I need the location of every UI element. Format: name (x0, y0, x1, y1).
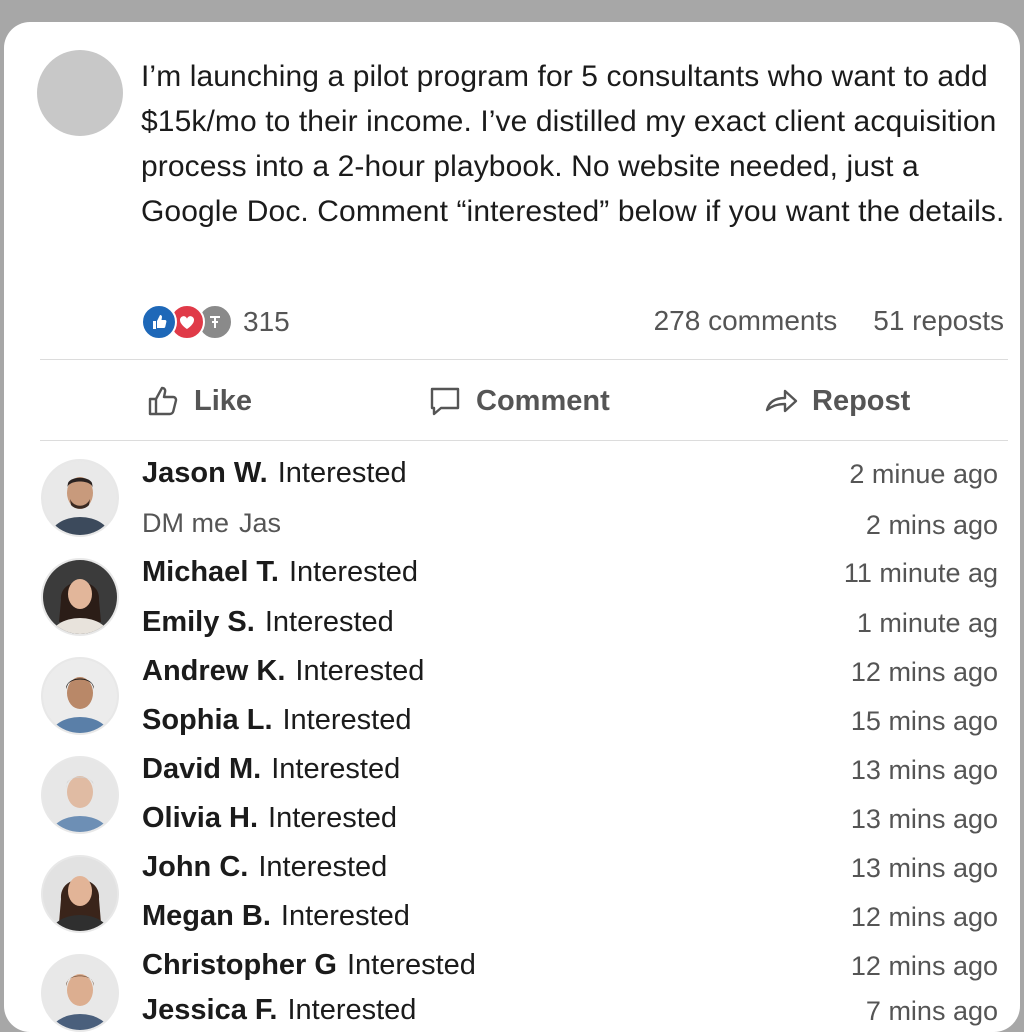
comment-row: DM me Jas 2 mins ago (4, 504, 1020, 550)
commenter-name[interactable]: Sophia L. Interested (142, 704, 411, 737)
comment-time: 7 mins ago (865, 996, 998, 1026)
author-avatar[interactable] (37, 50, 123, 136)
comment-row: Christopher G Interested 12 mins ago (4, 945, 1020, 991)
comment-text: Interested (268, 802, 398, 834)
comment-row: Olivia H. Interested 13 mins ago (4, 798, 1020, 844)
comment-text: Jas (239, 508, 282, 538)
comment-time: 1 minute ag (856, 608, 998, 638)
comment-text: Interested (282, 704, 412, 736)
comment-row: Megan B. Interested 12 mins ago (4, 896, 1020, 942)
like-icon (141, 304, 177, 340)
action-bar: Like Comment Repost (4, 370, 1020, 434)
divider (40, 359, 1008, 360)
divider (40, 440, 1008, 441)
comment-time: 12 mins ago (850, 902, 998, 932)
comment-time: 13 mins ago (850, 755, 998, 785)
comment-text: Interested (258, 851, 388, 883)
comment-text: Interested (287, 994, 417, 1026)
thumbs-up-icon (148, 386, 178, 416)
comment-text: Interested (295, 655, 425, 687)
commenter-name[interactable]: DM me Jas (142, 508, 281, 539)
comment-row: Emily S. Interested 1 minute ag (4, 602, 1020, 648)
comment-text: Interested (346, 949, 476, 981)
commenter-name[interactable]: Megan B. Interested (142, 900, 410, 933)
comment-time: 12 mins ago (850, 951, 998, 981)
comment-row: Jessica F. Interested 7 mins ago (4, 990, 1020, 1032)
comment-row: Sophia L. Interested 15 mins ago (4, 700, 1020, 746)
comment-row: Michael T. Interested 11 minute ag (4, 552, 1020, 598)
commenter-name[interactable]: Jessica F. Interested (142, 994, 416, 1027)
comment-time: 12 mins ago (850, 657, 998, 687)
reposts-count[interactable]: 51 reposts (873, 305, 1004, 337)
commenter-name[interactable]: Michael T. Interested (142, 556, 418, 589)
comment-row: Jason W. Interested 2 minue ago (4, 453, 1020, 499)
reaction-count[interactable]: 315 (243, 306, 290, 338)
comment-row: David M. Interested 13 mins ago (4, 749, 1020, 795)
repost-icon (765, 389, 798, 413)
comment-row: John C. Interested 13 mins ago (4, 847, 1020, 893)
post-card: I’m launching a pilot program for 5 cons… (4, 22, 1020, 1032)
repost-label: Repost (812, 384, 911, 417)
comment-time: 2 minue ago (849, 459, 998, 489)
comment-icon (430, 387, 460, 416)
commenter-name[interactable]: Olivia H. Interested (142, 802, 397, 835)
comment-time: 13 mins ago (850, 853, 998, 883)
post-stats: 278 comments 51 reposts (654, 305, 1004, 337)
comment-label: Comment (476, 384, 610, 417)
commenter-name[interactable]: Emily S. Interested (142, 606, 394, 639)
commenter-name[interactable]: David M. Interested (142, 753, 400, 786)
comments-count[interactable]: 278 comments (654, 305, 838, 337)
reactions-summary[interactable]: 315 (141, 304, 290, 340)
like-button[interactable]: Like (144, 382, 252, 420)
post-text: I’m launching a pilot program for 5 cons… (141, 60, 1005, 228)
comment-time: 11 minute ag (843, 558, 998, 588)
comment-button[interactable]: Comment (426, 382, 610, 420)
comment-text: Interested (271, 753, 401, 785)
comment-time: 15 mins ago (850, 706, 998, 736)
comment-row: Andrew K. Interested 12 mins ago (4, 651, 1020, 697)
comment-text: Interested (264, 606, 394, 638)
repost-button[interactable]: Repost (762, 382, 910, 420)
comment-text: Interested (289, 556, 418, 588)
commenter-name[interactable]: John C. Interested (142, 851, 387, 884)
comment-time: 2 mins ago (865, 510, 998, 540)
commenter-name[interactable]: Christopher G Interested (142, 949, 476, 982)
comment-time: 13 mins ago (850, 804, 998, 834)
like-label: Like (194, 384, 253, 417)
comment-text: Interested (277, 457, 407, 489)
commenter-name[interactable]: Andrew K. Interested (142, 655, 424, 688)
commenter-name[interactable]: Jason W. Interested (142, 457, 407, 490)
comment-text: Interested (280, 900, 410, 932)
